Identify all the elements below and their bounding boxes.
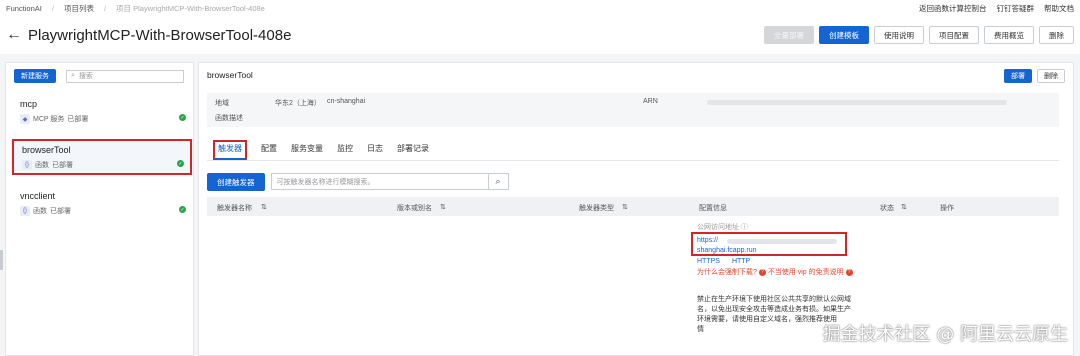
top-links: 返回函数计算控制台 钉钉答疑群 帮助文档: [919, 3, 1074, 14]
service-title: browserTool: [207, 70, 253, 80]
back-arrow-icon[interactable]: ←: [6, 27, 22, 43]
top-bar: FunctionAI / 项目列表 / 项目 PlaywrightMCP-Wit…: [0, 0, 1080, 16]
breadcrumb-separator: /: [103, 3, 107, 13]
page-title: PlaywrightMCP-With-BrowserTool-408e: [28, 26, 292, 44]
url-redacted: [727, 239, 837, 244]
cost-overview-button[interactable]: 费用概览: [984, 26, 1034, 44]
service-search-input[interactable]: ⌕ 搜索: [66, 69, 184, 83]
note-tail: 情: [697, 326, 704, 333]
url-line-2: shanghai.fcapp.run: [697, 247, 757, 254]
region-id: cn-shanghai: [327, 98, 366, 105]
service-name: vncclient: [20, 191, 56, 201]
function-icon: {}: [20, 206, 30, 216]
tab-logs[interactable]: 日志: [367, 140, 383, 160]
service-name: browserTool: [22, 145, 71, 155]
service-status: 已部署: [52, 162, 73, 169]
create-trigger-button[interactable]: 创建触发器: [207, 173, 265, 191]
service-status: 已部署: [50, 208, 71, 215]
breadcrumb-separator: /: [51, 3, 54, 13]
forced-download-link[interactable]: 为什么会强制下载?: [697, 269, 757, 276]
service-info-box: 地域 华东2（上海） cn-shanghai ARN 函数描述: [207, 93, 1059, 127]
arn-value-redacted: [707, 100, 1007, 105]
breadcrumb-project-list[interactable]: 项目列表: [64, 3, 94, 14]
service-sidebar: 新建服务 ⌕ 搜索 mcp ◆ MCP 服务 已部署 ✓ browserTool {…: [5, 62, 194, 356]
tab-config[interactable]: 配置: [261, 140, 277, 160]
back-to-console-link[interactable]: 返回函数计算控制台: [919, 3, 987, 14]
sidebar-resize-handle[interactable]: [0, 250, 3, 270]
service-status: 已部署: [67, 116, 89, 123]
question-icon: ?: [758, 268, 766, 276]
trigger-table-header: 触发器名称 ⇅ 版本或别名 ⇅ 触发器类型 ⇅ 配置信息 状态 ⇅ 操作: [207, 197, 1059, 216]
public-url[interactable]: https:// shanghai.fcapp.run: [691, 232, 847, 256]
search-icon: ⌕: [71, 72, 75, 79]
header-actions: 全量部署 创建模板 使用说明 项目配置 费用概览 删除: [764, 26, 1074, 44]
project-config-button[interactable]: 项目配置: [929, 26, 979, 44]
help-docs-link[interactable]: 帮助文档: [1044, 3, 1074, 14]
tab-deploy-history[interactable]: 部署记录: [397, 140, 429, 160]
column-trigger-type[interactable]: 触发器类型: [579, 203, 614, 213]
breadcrumb: FunctionAI / 项目列表 / 项目 PlaywrightMCP-Wit…: [6, 3, 265, 14]
service-type: 函数: [35, 162, 49, 169]
search-placeholder: 搜索: [78, 73, 93, 80]
status-check-icon: ✓: [177, 160, 184, 167]
column-config-info: 配置信息: [699, 205, 727, 212]
dingtalk-group-link[interactable]: 钉钉答疑群: [997, 3, 1035, 14]
delete-service-button[interactable]: 删除: [1037, 69, 1065, 83]
breadcrumb-current: 项目 PlaywrightMCP-With-BrowserTool-408e: [116, 3, 265, 13]
https-link[interactable]: HTTPS: [697, 258, 720, 265]
question-icon: ?: [845, 268, 853, 276]
column-actions: 操作: [940, 205, 954, 212]
breadcrumb-functionai[interactable]: FunctionAI: [6, 4, 42, 13]
trigger-config-cell: 公网访问地址 ⓘ https:// shanghai.fcapp.run HTT…: [691, 222, 867, 333]
info-icon[interactable]: ⓘ: [741, 224, 748, 231]
watermark: 掘金技术社区 @ 阿里云云原生: [822, 324, 1068, 345]
status-check-icon: ✓: [179, 206, 186, 213]
service-item-vncclient[interactable]: vncclient {} 函数 已部署 ✓: [12, 187, 192, 223]
arn-label: ARN: [643, 98, 658, 105]
detail-tabs: 触发器 配置 服务变量 监控 日志 部署记录: [207, 140, 1059, 161]
trigger-search-input[interactable]: 可按触发器名称进行模糊搜索。: [270, 173, 489, 190]
service-detail-panel: browserTool 部署 删除 地域 华东2（上海） cn-shanghai…: [198, 62, 1074, 356]
tab-monitoring[interactable]: 监控: [337, 140, 353, 160]
status-check-icon: ✓: [179, 114, 186, 121]
trigger-search-placeholder: 可按触发器名称进行模糊搜索。: [276, 178, 375, 186]
sort-icon[interactable]: ⇅: [622, 203, 628, 211]
warning-text: 为什么会强制下载? ? 不当使用 vip 的免责说明 ?: [697, 268, 857, 278]
deploy-button[interactable]: 部署: [1004, 69, 1032, 83]
sort-icon[interactable]: ⇅: [440, 203, 446, 211]
region-label: 地域: [215, 100, 229, 107]
tab-service-variables[interactable]: 服务变量: [291, 140, 323, 160]
note-text: 禁止在生产环境下使用社区公共共享的默认公网域名，以免出现安全攻击等造成业务有损。…: [697, 296, 851, 323]
delete-project-button[interactable]: 删除: [1039, 26, 1074, 44]
search-icon[interactable]: ⌕: [488, 173, 509, 190]
service-type: 函数: [33, 208, 47, 215]
new-service-button[interactable]: 新建服务: [14, 69, 56, 83]
tab-triggers[interactable]: 触发器: [213, 140, 247, 160]
description-label: 函数描述: [215, 115, 243, 122]
create-template-button[interactable]: 创建模板: [819, 26, 869, 44]
service-item-browsertool[interactable]: browserTool {} 函数 已部署 ✓: [12, 139, 192, 175]
http-link[interactable]: HTTP: [732, 258, 750, 265]
mcp-service-icon: ◆: [20, 114, 30, 124]
public-url-label: 公网访问地址: [697, 224, 739, 231]
service-type: MCP 服务: [33, 116, 65, 123]
column-version-alias[interactable]: 版本或别名: [397, 203, 432, 213]
vip-disclaimer-link[interactable]: 不当使用 vip 的免责说明: [768, 269, 844, 276]
page-header: ← PlaywrightMCP-With-BrowserTool-408e 全量…: [0, 16, 1080, 54]
sort-icon[interactable]: ⇅: [901, 203, 907, 211]
region-value: 华东2（上海）: [275, 100, 321, 107]
service-item-mcp[interactable]: mcp ◆ MCP 服务 已部署 ✓: [12, 95, 192, 131]
full-deploy-button[interactable]: 全量部署: [764, 26, 814, 44]
function-icon: {}: [22, 160, 32, 170]
service-name: mcp: [20, 99, 38, 109]
column-trigger-name[interactable]: 触发器名称: [217, 203, 252, 213]
column-status[interactable]: 状态: [880, 203, 894, 213]
sort-icon[interactable]: ⇅: [261, 203, 267, 211]
usage-guide-button[interactable]: 使用说明: [874, 26, 924, 44]
